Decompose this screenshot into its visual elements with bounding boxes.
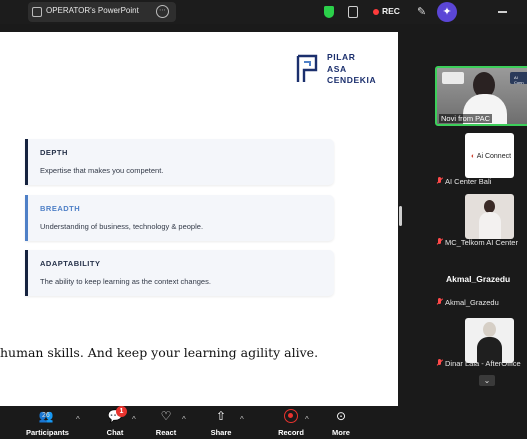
chat-button[interactable]: 💬 1 Chat — [102, 406, 128, 437]
logo-wordmark: PILAR ASA CENDEKIA — [327, 52, 376, 87]
powerpoint-icon — [32, 7, 42, 17]
participant-name: Akmal_Grazedu — [445, 298, 499, 307]
more-icon: ⊙ — [335, 409, 347, 423]
card-text: Expertise that makes you competent. — [40, 166, 164, 175]
active-speaker-tile[interactable]: AI Conn Novi from PAC — [435, 66, 527, 126]
button-label: More — [332, 428, 350, 437]
participant-label: AI Center Bali — [436, 177, 491, 186]
participant-count: 26 — [42, 412, 50, 419]
minimize-icon[interactable] — [498, 11, 507, 13]
participant-name: AI Center Bali — [445, 177, 492, 186]
video-screen-left — [442, 72, 464, 84]
card-adaptability: ADAPTABILITY The ability to keep learnin… — [25, 250, 334, 296]
participant-label: Akmal_Grazedu — [436, 298, 499, 307]
chat-caret-icon[interactable]: ^ — [132, 415, 136, 424]
participants-caret-icon[interactable]: ^ — [76, 415, 80, 424]
participant-body — [479, 212, 501, 239]
mic-muted-icon — [436, 177, 443, 185]
screen-share-tab[interactable]: OPERATOR's PowerPoint ⋯ — [28, 2, 176, 22]
participant-tile-mc-telkom[interactable] — [465, 194, 514, 239]
participant-label: MC_Telkom AI Center — [436, 238, 518, 247]
react-button[interactable]: ♡ React — [152, 408, 180, 437]
scroll-down-icon[interactable]: ⌄ — [479, 375, 495, 386]
participant-name: Novi from PAC — [439, 114, 493, 123]
participant-name: MC_Telkom AI Center — [445, 238, 518, 247]
card-heading: DEPTH — [40, 148, 68, 157]
record-button[interactable]: Record — [276, 408, 306, 437]
document-icon[interactable] — [348, 6, 358, 18]
participant-head — [483, 322, 496, 337]
card-heading: ADAPTABILITY — [40, 259, 101, 268]
more-button[interactable]: ⊙ More — [328, 408, 354, 437]
chat-icon: 💬 1 — [102, 406, 128, 424]
recording-label[interactable]: REC — [382, 6, 400, 16]
magic-wand-icon[interactable]: ✎ — [417, 5, 426, 18]
react-caret-icon[interactable]: ^ — [182, 415, 186, 424]
mic-muted-icon — [436, 298, 443, 306]
pilar-logo-icon — [296, 54, 318, 82]
participants-icon: 👥 26 — [38, 409, 54, 423]
record-caret-icon[interactable]: ^ — [305, 415, 309, 424]
card-heading: BREADTH — [40, 204, 81, 213]
participant-tile-dinar[interactable] — [465, 318, 514, 363]
share-title: OPERATOR's PowerPoint — [46, 6, 139, 15]
participants-gallery: AI Conn Novi from PAC ◐ Ai Connect AI Ce… — [403, 32, 527, 406]
mic-muted-icon — [436, 238, 443, 246]
card-text: Understanding of business, technology & … — [40, 222, 204, 231]
card-text: The ability to keep learning as the cont… — [40, 277, 211, 286]
button-label: Participants — [26, 428, 69, 437]
share-caret-icon[interactable]: ^ — [240, 415, 244, 424]
participant-name: Dinar Lala - AfterOffice — [445, 359, 521, 368]
record-icon — [276, 408, 306, 424]
mic-muted-icon — [436, 359, 443, 367]
participant-tile-akmal[interactable]: Akmal_Grazedu — [446, 274, 510, 284]
ai-companion-icon[interactable]: ✦ — [437, 2, 457, 22]
logo-line: PILAR — [327, 52, 356, 62]
chat-unread-badge: 1 — [116, 406, 127, 417]
participants-button[interactable]: 👥 26 Participants — [26, 408, 69, 437]
card-breadth: BREADTH Understanding of business, techn… — [25, 195, 334, 241]
video-corner-text: AI Conn — [514, 75, 524, 85]
meeting-controls: 👥 26 Participants ^ 💬 1 Chat ^ ♡ React ^ ⇧… — [0, 406, 527, 439]
meeting-top-bar: OPERATOR's PowerPoint ⋯ REC ✎ ✦ — [0, 0, 527, 24]
more-options-icon[interactable]: ⋯ — [156, 5, 169, 18]
button-label: Record — [278, 428, 304, 437]
button-label: React — [155, 428, 177, 437]
ai-connect-logo: ◐ Ai Connect — [471, 153, 512, 160]
button-label: Chat — [106, 428, 124, 437]
security-shield-icon[interactable] — [324, 6, 334, 18]
panel-resize-handle[interactable] — [399, 206, 402, 226]
logo-line: CENDEKIA — [327, 75, 377, 85]
ai-connect-text: Ai Connect — [476, 153, 512, 160]
button-label: Share — [210, 428, 232, 437]
share-button[interactable]: ⇧ Share — [207, 408, 235, 437]
participant-label: Dinar Lala - AfterOffice — [436, 359, 521, 368]
shared-slide: PILAR ASA CENDEKIA DEPTH Expertise that … — [0, 32, 398, 406]
share-icon: ⇧ — [215, 409, 227, 423]
slide-footer-text: human skills. And keep your learning agi… — [0, 345, 319, 360]
card-depth: DEPTH Expertise that makes you competent… — [25, 139, 334, 185]
participant-tile-ai-center-bali[interactable]: ◐ Ai Connect — [465, 133, 514, 178]
recording-dot-icon — [373, 9, 379, 15]
logo-line: ASA — [327, 63, 347, 74]
react-icon: ♡ — [160, 409, 172, 423]
